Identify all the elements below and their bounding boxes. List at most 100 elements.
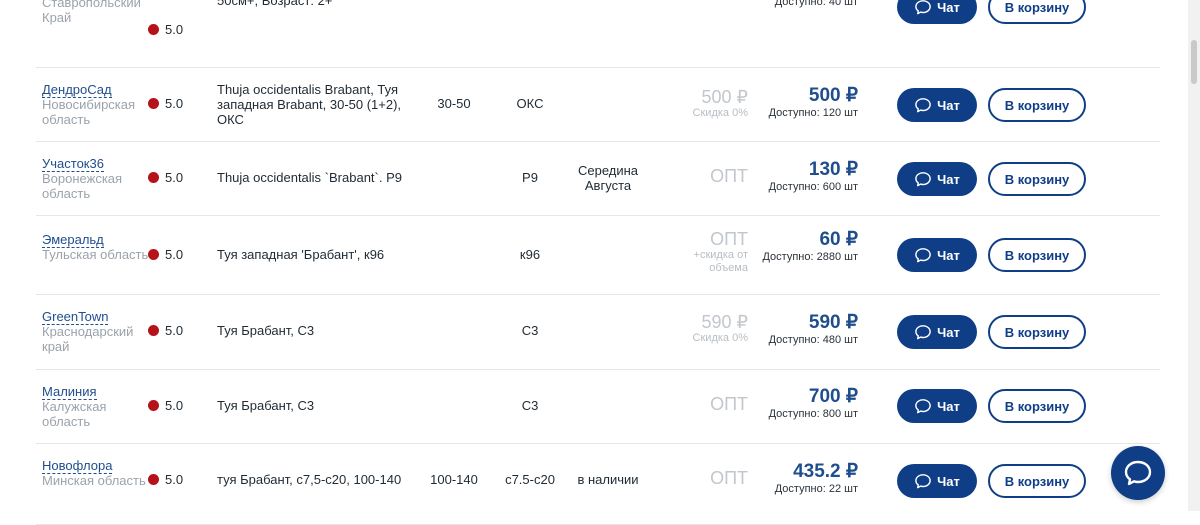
rating-dot-icon (148, 400, 159, 411)
table-row: GreenTown Краснодарский край 5.0 Туя Бра… (36, 295, 1160, 370)
seller-link[interactable]: Новофлора (42, 458, 113, 474)
rating-value: 5.0 (165, 170, 184, 185)
chat-button[interactable]: Чат (897, 0, 977, 24)
add-to-cart-button[interactable]: В корзину (988, 389, 1086, 423)
wholesale-price-value: ОПТ (710, 166, 748, 186)
container-cell: С3 (521, 323, 539, 338)
wholesale-price: ОПТ +скидка от объема (652, 229, 748, 275)
seller-link[interactable]: Малиния (42, 384, 97, 400)
wholesale-price: ОПТi (652, 0, 748, 4)
rating-dot-icon (148, 474, 159, 485)
wholesale-price-note: +скидка от объема (693, 249, 748, 274)
seller-cell: Участок36 Воронежская область (42, 156, 152, 201)
chat-button-label: Чат (937, 473, 960, 489)
rating-value: 5.0 (165, 398, 184, 413)
table-row: Зеленый Стандарт Ставропольский Край 5.0… (36, 0, 1160, 68)
seller-region: Тульская область (42, 247, 149, 262)
rating-dot-icon (148, 325, 159, 336)
wholesale-price: 590 ₽ Скидка 0% (652, 312, 748, 345)
chat-button-label: Чат (937, 97, 960, 113)
product-name: туя Брабант, с7,5-с20, 100-140 (217, 472, 402, 487)
add-to-cart-button[interactable]: В корзину (988, 315, 1086, 349)
chat-button-label: Чат (937, 0, 960, 15)
seller-cell: Зеленый Стандарт Ставропольский Край (42, 0, 152, 25)
rating-value: 5.0 (165, 22, 184, 37)
add-to-cart-button[interactable]: В корзину (988, 162, 1086, 196)
price-block: 130 ₽ Доступно: 600 шт (748, 159, 858, 194)
product-name: Туя западная 'Брабант', к96 (217, 247, 385, 262)
rating: 5.0 (148, 170, 208, 185)
chat-icon (915, 172, 931, 187)
add-to-cart-button[interactable]: В корзину (988, 464, 1086, 498)
wholesale-price-value: ОПТ (710, 468, 748, 488)
wholesale-price-value: 590 ₽ (701, 312, 749, 332)
rating-value: 5.0 (165, 472, 184, 487)
price-value: 60 ₽ (819, 229, 858, 250)
chat-button[interactable]: Чат (897, 464, 977, 498)
seller-region: Воронежская область (42, 171, 123, 201)
product-name: Thuja occidentalis `Brabant`. P9 (217, 170, 402, 185)
chat-bubble-icon (1124, 460, 1152, 486)
delivery-cell: в наличии (577, 472, 639, 487)
rating: 5.0 (148, 96, 208, 111)
chat-button[interactable]: Чат (897, 88, 977, 122)
seller-link[interactable]: GreenTown (42, 309, 109, 325)
add-to-cart-button[interactable]: В корзину (988, 238, 1086, 272)
price-block: 500 ₽ Доступно: 120 шт (748, 85, 858, 120)
rating-dot-icon (148, 172, 159, 183)
seller-link[interactable]: ДендроСад (42, 82, 112, 98)
chat-icon (915, 325, 931, 340)
seller-cell: GreenTown Краснодарский край (42, 309, 152, 354)
chat-button-label: Чат (937, 398, 960, 414)
container-cell: ОКС (516, 96, 544, 111)
table-row: ДендроСад Новосибирская область 5.0 Thuj… (36, 68, 1160, 142)
container-cell: с7.5-с20 (505, 472, 555, 487)
chat-button-label: Чат (937, 324, 960, 340)
seller-region: Краснодарский край (42, 324, 134, 354)
container-cell: к96 (519, 247, 541, 262)
wholesale-price-value: ОПТ (695, 0, 733, 4)
wholesale-price-value: ОПТ (710, 229, 748, 249)
availability: Доступно: 120 шт (768, 107, 858, 119)
container-cell: P9 (522, 170, 538, 185)
availability: Доступно: 2880 шт (762, 251, 858, 263)
availability: Доступно: 22 шт (774, 483, 858, 495)
rating-value: 5.0 (165, 247, 184, 262)
seller-link[interactable]: Эмеральд (42, 232, 104, 248)
seller-cell: Новофлора Минская область (42, 458, 152, 488)
add-to-cart-button[interactable]: В корзину (988, 0, 1086, 24)
price-value: 130 ₽ (808, 159, 858, 180)
add-to-cart-button[interactable]: В корзину (988, 88, 1086, 122)
seller-region: Калужская область (42, 399, 107, 429)
wholesale-price: ОПТ (652, 166, 748, 186)
wholesale-price-value: ОПТ (710, 394, 748, 414)
chat-button[interactable]: Чат (897, 389, 977, 423)
page-scrollbar[interactable] (1188, 0, 1200, 511)
seller-link[interactable]: Участок36 (42, 156, 104, 172)
scrollbar-thumb[interactable] (1191, 40, 1197, 84)
chat-icon (915, 474, 931, 489)
rating-dot-icon (148, 24, 159, 35)
product-name: Туя Брабант, С3 (217, 323, 315, 338)
chat-button[interactable]: Чат (897, 315, 977, 349)
chat-icon (915, 0, 931, 15)
offers-table: Зеленый Стандарт Ставропольский Край 5.0… (36, 0, 1160, 525)
container-cell: С3 (521, 398, 539, 413)
chat-icon (915, 248, 931, 263)
product-name: Thuja occidentalis Brabant, Туя западная… (217, 82, 402, 127)
height-cell: 30-50 (437, 96, 471, 111)
seller-region: Новосибирская область (42, 97, 136, 127)
chat-button[interactable]: Чат (897, 238, 977, 272)
support-chat-button[interactable] (1111, 446, 1165, 500)
rating: 5.0 (148, 22, 208, 37)
chat-button[interactable]: Чат (897, 162, 977, 196)
delivery-cell: Середина Августа (577, 163, 639, 193)
product-name: Туя Брабант, С3 (217, 398, 315, 413)
availability: Доступно: 480 шт (768, 334, 858, 346)
chat-icon (915, 399, 931, 414)
price-value: 435.2 ₽ (793, 461, 858, 482)
price-block: 60 ₽ Доступно: 2880 шт (748, 229, 858, 264)
price-block: 435.2 ₽ Доступно: 22 шт (748, 461, 858, 496)
rating: 5.0 (148, 323, 208, 338)
wholesale-price: 500 ₽ Скидка 0% (652, 87, 748, 120)
